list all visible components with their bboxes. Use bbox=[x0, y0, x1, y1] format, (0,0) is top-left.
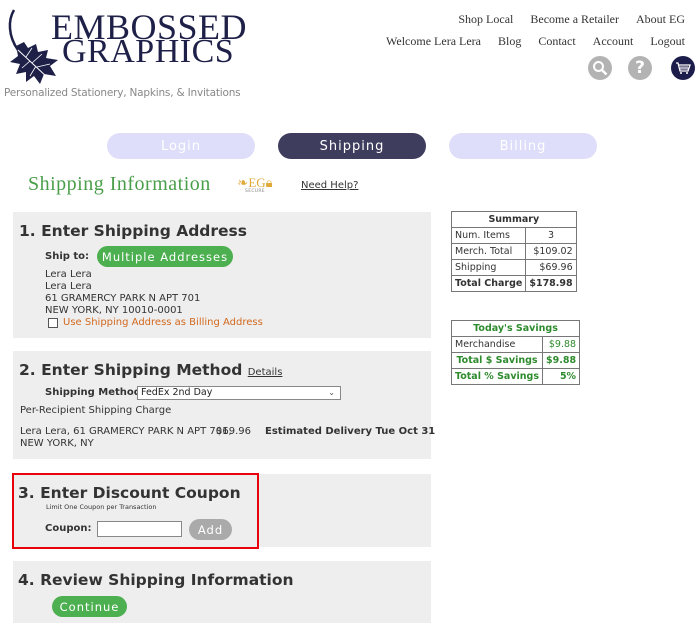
review-shipping-panel: 4. Review Shipping Information Continue bbox=[13, 561, 431, 623]
summary-label: Shipping bbox=[450, 259, 527, 276]
nav-become-retailer[interactable]: Become a Retailer bbox=[530, 12, 619, 26]
step-login[interactable]: Login bbox=[107, 133, 255, 159]
lock-icon: 🔒︎ bbox=[265, 175, 273, 190]
total-pct-savings-label: Total % Savings bbox=[450, 368, 544, 385]
table-row: Total % Savings 5% bbox=[450, 368, 581, 385]
savings-merch-value: $9.88 bbox=[542, 336, 581, 353]
tagline: Personalized Stationery, Napkins, & Invi… bbox=[4, 87, 241, 99]
highlight-box bbox=[12, 473, 259, 549]
shipping-method-value: FedEx 2nd Day bbox=[141, 387, 213, 398]
multiple-addresses-button[interactable]: Multiple Addresses bbox=[97, 246, 233, 267]
search-icon[interactable] bbox=[588, 56, 612, 80]
recipient-address-line1: Lera Lera, 61 GRAMERCY PARK N APT 701, bbox=[20, 426, 232, 437]
summary-value: 3 bbox=[525, 227, 577, 244]
billing-same-checkbox[interactable] bbox=[48, 318, 58, 328]
summary-label: Merch. Total bbox=[450, 243, 527, 260]
total-pct-savings-value: 5% bbox=[542, 368, 581, 385]
savings-title: Today's Savings bbox=[450, 320, 581, 337]
nav-logout[interactable]: Logout bbox=[650, 34, 685, 48]
address-line: NEW YORK, NY 10010-0001 bbox=[45, 305, 183, 316]
recipient-charge: $69.96 bbox=[216, 426, 251, 437]
recipient-address-line2: NEW YORK, NY bbox=[20, 438, 94, 449]
shipping-method-select[interactable]: FedEx 2nd Day ⌄ bbox=[137, 386, 341, 400]
secure-badge: ❧EG🔒︎ SECURE bbox=[236, 176, 274, 198]
total-dollar-savings-label: Total $ Savings bbox=[450, 352, 544, 369]
continue-button[interactable]: Continue bbox=[52, 596, 127, 617]
total-dollar-savings-value: $9.88 bbox=[542, 352, 581, 369]
total-charge-value: $178.98 bbox=[525, 275, 577, 292]
savings-merch-label: Merchandise bbox=[450, 336, 544, 353]
need-help-link[interactable]: Need Help? bbox=[301, 180, 358, 191]
summary-value: $69.96 bbox=[525, 259, 577, 276]
cart-icon[interactable] bbox=[671, 56, 695, 80]
nav-blog[interactable]: Blog bbox=[498, 34, 521, 48]
help-glyph: ? bbox=[635, 58, 645, 78]
table-row: Num. Items 3 bbox=[450, 227, 577, 244]
site-logo[interactable]: EMBOSSED GRAPHICS Personalized Stationer… bbox=[0, 0, 250, 100]
shipping-address-panel: 1. Enter Shipping Address Ship to: Multi… bbox=[13, 212, 431, 338]
section1-heading: 1. Enter Shipping Address bbox=[19, 222, 247, 240]
billing-same-label[interactable]: Use Shipping Address as Billing Address bbox=[63, 317, 263, 328]
savings-table: Today's Savings Merchandise $9.88 Total $… bbox=[450, 320, 581, 385]
nav-account[interactable]: Account bbox=[593, 34, 634, 48]
table-row: Total $ Savings $9.88 bbox=[450, 352, 581, 369]
ship-to-label: Ship to: bbox=[45, 251, 90, 262]
table-row: Total Charge $178.98 bbox=[450, 275, 577, 292]
section4-heading: 4. Review Shipping Information bbox=[18, 571, 294, 589]
per-recipient-label: Per-Recipient Shipping Charge bbox=[20, 405, 172, 416]
chevron-down-icon: ⌄ bbox=[328, 388, 335, 397]
logo-text-graphics: GRAPHICS bbox=[62, 33, 235, 70]
top-nav: Shop Local Become a Retailer About EG We… bbox=[372, 12, 685, 56]
total-charge-label: Total Charge bbox=[450, 275, 527, 292]
table-row: Shipping $69.96 bbox=[450, 259, 577, 276]
nav-contact[interactable]: Contact bbox=[538, 34, 575, 48]
address-line: Lera Lera bbox=[45, 281, 92, 292]
step-shipping[interactable]: Shipping bbox=[278, 133, 426, 159]
table-row: Merch. Total $109.02 bbox=[450, 243, 577, 260]
summary-table: Summary Num. Items 3 Merch. Total $109.02 … bbox=[450, 211, 577, 292]
shipping-method-label: Shipping Method: bbox=[45, 387, 145, 398]
help-icon[interactable]: ? bbox=[628, 56, 652, 80]
summary-label: Num. Items bbox=[450, 227, 527, 244]
shipping-method-panel: 2. Enter Shipping Method Details Shippin… bbox=[13, 351, 435, 459]
details-link[interactable]: Details bbox=[248, 367, 283, 378]
nav-shop-local[interactable]: Shop Local bbox=[458, 12, 513, 26]
nav-about-eg[interactable]: About EG bbox=[636, 12, 685, 26]
address-line: Lera Lera bbox=[45, 269, 92, 280]
summary-value: $109.02 bbox=[525, 243, 577, 260]
leaf-icon: ❧ bbox=[237, 175, 249, 190]
step-billing[interactable]: Billing bbox=[449, 133, 597, 159]
nav-welcome-user[interactable]: Welcome Lera Lera bbox=[386, 34, 481, 48]
secure-badge-logo: ❧EG🔒︎ bbox=[237, 175, 273, 190]
page-title: Shipping Information bbox=[28, 173, 211, 195]
section2-heading: 2. Enter Shipping Method Details bbox=[19, 361, 283, 379]
estimated-delivery: Estimated Delivery Tue Oct 31 bbox=[265, 426, 436, 437]
summary-title: Summary bbox=[451, 211, 577, 228]
address-line: 61 GRAMERCY PARK N APT 701 bbox=[45, 293, 201, 304]
table-row: Merchandise $9.88 bbox=[450, 336, 581, 353]
